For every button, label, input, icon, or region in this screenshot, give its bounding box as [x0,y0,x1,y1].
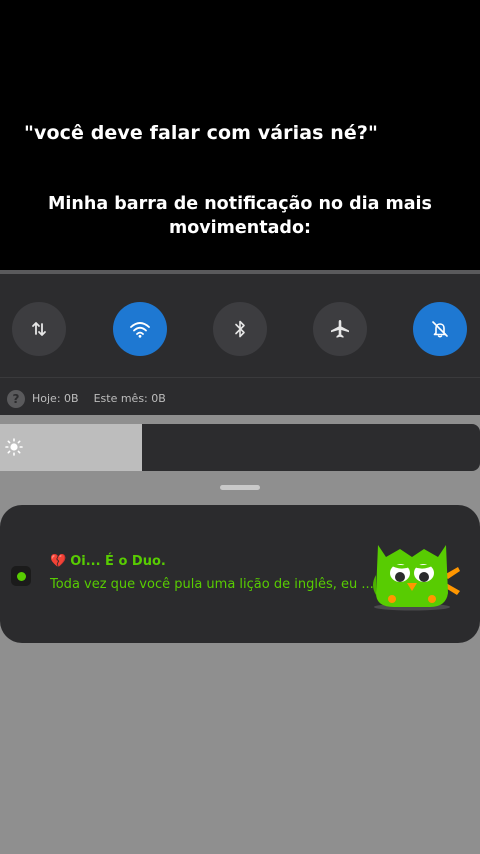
data-usage-today: Hoje: 0B [32,392,79,405]
do-not-disturb-toggle[interactable] [413,302,467,356]
bluetooth-icon [235,320,245,338]
data-usage-help-icon[interactable]: ? [7,389,25,408]
bell-off-icon [432,321,448,338]
notification-title-text: Oi... É o Duo. [70,554,166,569]
bluetooth-toggle[interactable] [213,302,267,356]
wifi-toggle[interactable] [113,302,167,356]
data-usage-month: Este mês: 0B [93,392,166,405]
duolingo-notification[interactable]: 💔 Oi... É o Duo. Toda vez que você pula u… [0,505,480,643]
broken-heart-icon: 💔 [50,554,67,569]
meme-caption-area: "você deve falar com várias né?" Minha b… [0,0,480,270]
data-usage-row: ? Hoje: 0B Este mês: 0B [0,377,480,419]
duolingo-icon [11,566,31,586]
mobile-data-toggle[interactable] [12,302,66,356]
quick-settings-panel: ? Hoje: 0B Este mês: 0B [0,270,480,415]
notification-body: Toda vez que você pula uma lição de ingl… [50,577,374,592]
airplane-icon [331,320,349,338]
shade-drag-handle[interactable] [220,485,260,490]
meme-caption-bottom: Minha barra de notificação no dia mais m… [48,194,432,238]
meme-caption-top: "você deve falar com várias né?" [24,122,378,144]
wifi-icon [130,322,150,338]
airplane-mode-toggle[interactable] [313,302,367,356]
data-arrows-icon [32,322,46,336]
brightness-slider[interactable] [0,424,480,471]
sun-icon [5,438,23,456]
duo-owl-image [373,545,460,611]
notification-title: 💔 Oi... É o Duo. [50,554,166,569]
